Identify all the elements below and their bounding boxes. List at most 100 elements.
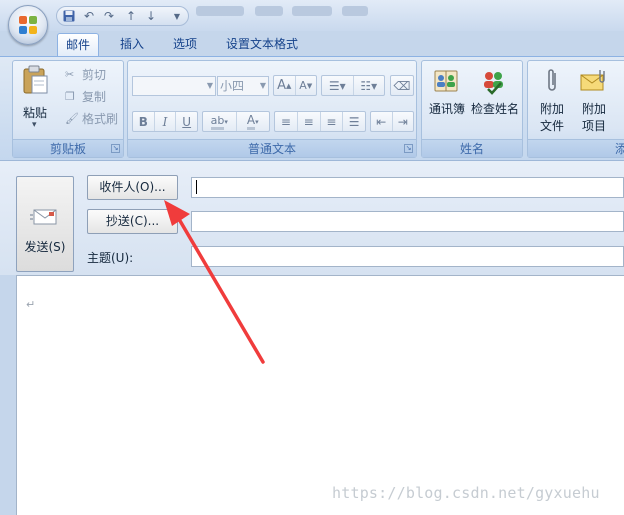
copy-icon: ❐ [65, 90, 75, 103]
left-margin [0, 275, 16, 515]
decrease-indent-icon[interactable]: ⇤ [371, 112, 393, 131]
align-center-icon[interactable]: ≡ [298, 112, 321, 131]
copy-label: 复制 [82, 90, 107, 104]
chevron-down-icon: ▼ [206, 81, 213, 90]
compose-header: 发送(S) 收件人(O)... 抄送(C)... 主题(U): [0, 160, 624, 275]
check-names-button[interactable]: 检查姓名 [468, 101, 522, 118]
undo-icon[interactable]: ↶ [81, 9, 97, 23]
attach-file-label-1: 附加 [539, 102, 564, 116]
to-field[interactable] [191, 177, 624, 198]
align-left-icon[interactable]: ≡ [275, 112, 298, 131]
color-box: ab ▾ A ▾ [202, 111, 270, 132]
tab-options[interactable]: 选项 [165, 33, 205, 56]
cut-button[interactable]: ✂ 剪切 [65, 66, 106, 83]
highlight-button[interactable]: ab ▾ [203, 112, 237, 131]
attach-item-label-2: 项目 [581, 119, 606, 133]
clear-format-box: ⌫ [390, 75, 414, 96]
office-button[interactable] [8, 5, 48, 45]
grow-font-label: A [277, 78, 286, 93]
include-group-label: 添 [528, 139, 624, 157]
watermark: https://blog.csdn.net/gyxuehu [332, 484, 600, 502]
font-style-box: B I U [132, 111, 198, 132]
paste-icon[interactable] [20, 65, 50, 95]
window-title-blur [196, 6, 244, 16]
ribbon: 粘贴 ▾ ✂ 剪切 ❐ 复制 🖌 格式刷 剪贴板 ↘ ▼ 小四 ▼ A ▲ A ▼ [0, 56, 624, 160]
cut-label: 剪切 [82, 68, 107, 82]
save-icon[interactable] [61, 9, 77, 23]
font-color-label: A [246, 113, 256, 130]
check-names-icon[interactable] [478, 66, 508, 96]
font-name-combo[interactable]: ▼ [132, 76, 216, 96]
quick-access-toolbar: ↶ ↷ ↑ ↓ ▼ [56, 6, 189, 26]
cc-button[interactable]: 抄送(C)... [87, 209, 178, 234]
chevron-down-icon: ▼ [259, 81, 266, 90]
address-book-icon[interactable] [431, 66, 461, 96]
window-title-blur [292, 6, 332, 16]
copy-button[interactable]: ❐ 复制 [65, 88, 106, 105]
brush-icon: 🖌 [65, 112, 79, 125]
shrink-font-button[interactable]: A ▼ [296, 76, 317, 95]
paste-button[interactable]: 粘贴 [23, 104, 47, 121]
attach-item-label-1: 附加 [581, 102, 606, 116]
indent-box: ⇤ ⇥ [370, 111, 414, 132]
subject-field[interactable] [191, 246, 624, 267]
format-painter-button[interactable]: 🖌 格式刷 [65, 110, 118, 127]
address-book-button[interactable]: 通讯簿 [425, 101, 469, 118]
bold-button[interactable]: B [133, 112, 155, 131]
grow-shrink-box: A ▲ A ▼ [273, 75, 317, 96]
cc-field[interactable] [191, 211, 624, 232]
clear-format-icon[interactable]: ⌫ [391, 76, 413, 95]
to-button[interactable]: 收件人(O)... [87, 175, 178, 200]
up-arrow-icon[interactable]: ↑ [123, 9, 139, 23]
subject-label: 主题(U): [87, 251, 134, 265]
numbered-list-icon[interactable]: ☷▾ [354, 76, 385, 95]
increase-indent-icon[interactable]: ⇥ [393, 112, 414, 131]
redo-icon[interactable]: ↷ [101, 9, 117, 23]
font-color-button[interactable]: A ▾ [237, 112, 270, 131]
office-logo-icon [19, 16, 38, 35]
bullet-list-icon[interactable]: ☰▾ [322, 76, 354, 95]
attach-item-button[interactable]: 附加 项目 [576, 101, 612, 135]
text-cursor [196, 180, 197, 194]
names-group-label: 姓名 [422, 139, 522, 157]
list-box: ☰▾ ☷▾ [321, 75, 385, 96]
highlight-label: ab [210, 114, 225, 130]
customize-dropdown-icon[interactable]: ▼ [169, 9, 185, 23]
align-right-icon[interactable]: ≡ [321, 112, 344, 131]
ribbon-tabs: 邮件 插入 选项 设置文本格式 [0, 31, 624, 56]
italic-button[interactable]: I [155, 112, 177, 131]
align-box: ≡ ≡ ≡ ☰ [274, 111, 366, 132]
clipboard-launcher-icon[interactable]: ↘ [111, 144, 120, 153]
paste-dropdown-arrow[interactable]: ▾ [32, 120, 37, 130]
send-label: 发送(S) [24, 240, 66, 254]
shrink-font-label: A [299, 79, 307, 92]
clipboard-group: 粘贴 ▾ ✂ 剪切 ❐ 复制 🖌 格式刷 剪贴板 ↘ [12, 60, 124, 158]
tab-format-text[interactable]: 设置文本格式 [218, 33, 306, 56]
paperclip-icon[interactable] [540, 66, 564, 96]
scissors-icon: ✂ [65, 68, 75, 81]
font-size-combo[interactable]: 小四 ▼ [217, 76, 269, 96]
justify-icon[interactable]: ☰ [343, 112, 365, 131]
send-mail-icon [30, 207, 60, 230]
clipboard-group-label: 剪贴板 [13, 139, 123, 157]
down-arrow-icon[interactable]: ↓ [143, 9, 159, 23]
paragraph-mark: ↵ [26, 298, 36, 311]
attach-file-button[interactable]: 附加 文件 [534, 101, 570, 135]
tab-insert[interactable]: 插入 [112, 33, 152, 56]
grow-font-button[interactable]: A ▲ [274, 76, 296, 95]
window-title-blur [255, 6, 283, 16]
include-group: 附加 文件 附加 项目 添 [527, 60, 624, 158]
underline-button[interactable]: U [176, 112, 197, 131]
basic-text-group: ▼ 小四 ▼ A ▲ A ▼ ☰▾ ☷▾ ⌫ B I U ab ▾ A ▾ ≡ ≡ ≡ [127, 60, 417, 158]
send-button[interactable]: 发送(S) [16, 176, 74, 272]
window-title-blur [342, 6, 368, 16]
tab-mail[interactable]: 邮件 [57, 33, 100, 56]
title-bar: ↶ ↷ ↑ ↓ ▼ [0, 0, 624, 31]
basic-text-group-label: 普通文本 [128, 139, 416, 157]
basic-text-launcher-icon[interactable]: ↘ [404, 144, 413, 153]
font-size-value: 小四 [220, 79, 245, 93]
attach-file-label-2: 文件 [539, 119, 564, 133]
format-painter-label: 格式刷 [82, 112, 119, 126]
message-body[interactable]: ↵ [16, 275, 624, 515]
envelope-clip-icon[interactable] [578, 66, 608, 96]
